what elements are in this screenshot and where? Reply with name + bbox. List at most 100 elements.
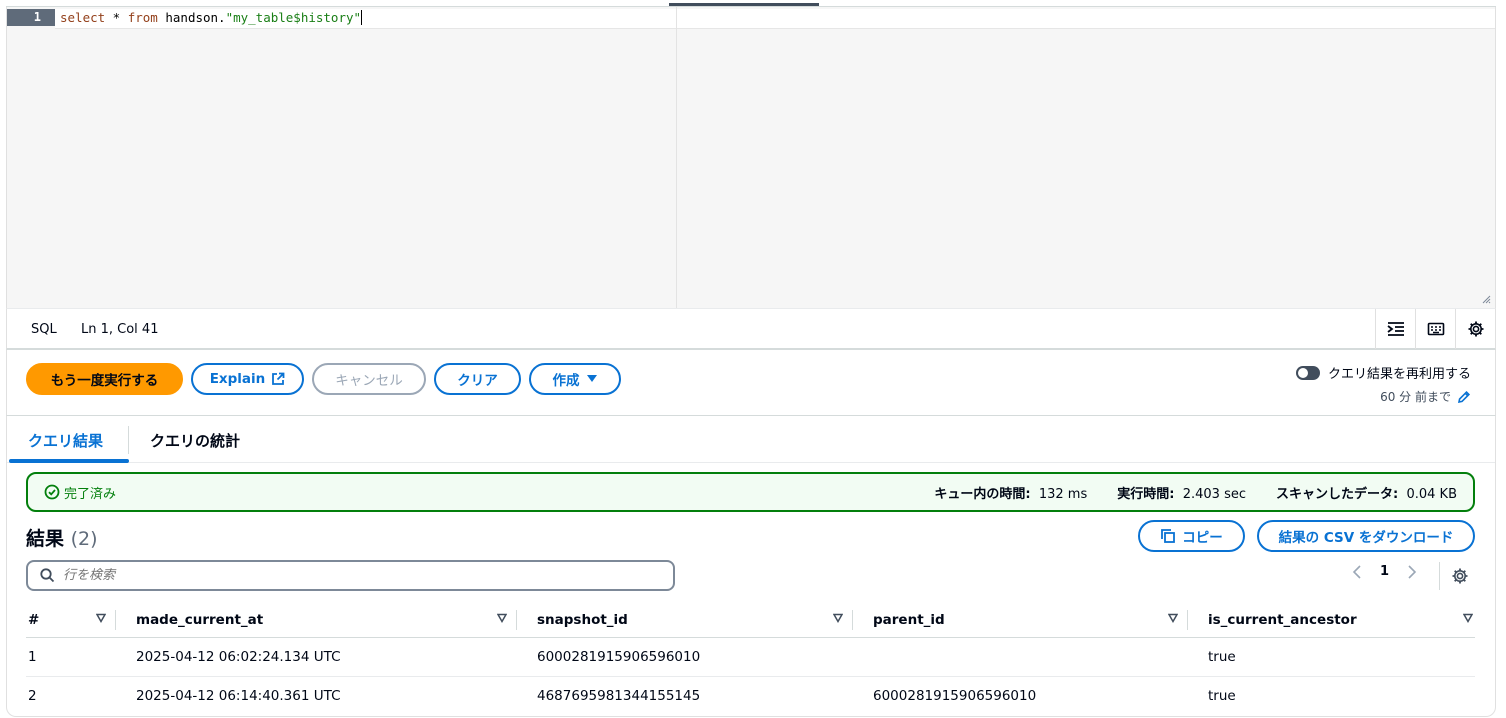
cancel-button[interactable]: キャンセル [312, 363, 426, 395]
chevron-right-icon[interactable] [1407, 564, 1417, 579]
clear-button[interactable]: クリア [434, 363, 521, 395]
sort-icon[interactable] [833, 613, 843, 623]
search-input[interactable] [63, 568, 623, 583]
column-header-made-current-at[interactable]: made_current_at [116, 602, 517, 638]
cell-parent-id: 6000281915906596010 [873, 688, 1037, 705]
results-tabs: クエリ結果 クエリの統計 [7, 416, 1495, 463]
edit-pencil-icon[interactable] [1457, 390, 1471, 404]
cell-made-current-at: 2025-04-12 06:14:40.361 UTC [136, 688, 341, 705]
status-text: 完了済み [64, 486, 117, 502]
copy-label: コピー [1182, 530, 1223, 546]
tab-divider [128, 426, 129, 454]
column-label: # [28, 611, 40, 628]
queue-time-value: 132 ms [1038, 486, 1088, 502]
editor-background [55, 7, 1495, 308]
tab-query-stats[interactable]: クエリの統計 [150, 430, 240, 451]
reuse-results-toggle[interactable] [1295, 365, 1320, 380]
results-table: # made_current_at snapshot_id parent_id … [26, 602, 1475, 716]
keyboard-icon [1427, 322, 1444, 336]
download-csv-label: 結果の CSV をダウンロード [1278, 530, 1454, 546]
top-strip [0, 0, 1506, 7]
chevron-left-icon[interactable] [1352, 564, 1362, 579]
explain-label: Explain [209, 371, 266, 387]
cell-made-current-at: 2025-04-12 06:02:24.134 UTC [116, 637, 517, 677]
editor-settings-button[interactable] [1455, 309, 1495, 349]
copy-button[interactable]: コピー [1138, 520, 1245, 552]
create-button[interactable]: 作成 [529, 363, 621, 395]
cell-snapshot-id: 6000281915906596010 [517, 637, 853, 677]
keyword-from: from [127, 10, 158, 25]
keyboard-shortcuts-button[interactable] [1415, 309, 1455, 349]
toggle-knob [1297, 367, 1308, 378]
code-string: "my_table$history" [225, 10, 362, 25]
pagination: 1 [1352, 564, 1417, 579]
reuse-age-text: 60 分 前まで [1380, 390, 1451, 404]
row-search[interactable] [26, 560, 675, 591]
query-status-banner: 完了済み キュー内の時間: 132 ms 実行時間: 2.403 sec スキャ… [26, 472, 1475, 512]
clear-label: クリア [457, 373, 498, 389]
text-cursor [361, 10, 363, 25]
active-tab-underline [9, 459, 129, 463]
results-heading: 結果 (2) [26, 524, 98, 551]
search-icon [40, 568, 55, 583]
exec-time-label: 実行時間: [1117, 486, 1175, 502]
explain-button[interactable]: Explain [191, 363, 304, 395]
column-header-is-current-ancestor[interactable]: is_current_ancestor [1188, 602, 1475, 638]
scanned-data-label: スキャンしたデータ: [1276, 486, 1399, 502]
code-text: handson. [157, 10, 226, 25]
cell-is-current-ancestor: true [1208, 688, 1236, 705]
code-text: * [105, 10, 128, 25]
settings-icon [1468, 321, 1483, 337]
cancel-label: キャンセル [335, 373, 403, 389]
caret-down-icon [586, 375, 597, 382]
reuse-results-label: クエリ結果を再利用する [1327, 367, 1471, 382]
results-count: (2) [70, 528, 98, 550]
check-circle-icon [44, 484, 60, 500]
sql-editor[interactable]: 1 select * from handson."my_table$histor… [6, 7, 1496, 308]
results-title: 結果 [26, 528, 65, 550]
editor-statusbar: SQL Ln 1, Col 41 [6, 308, 1496, 350]
cell-is-current-ancestor: true [1188, 637, 1475, 677]
sort-icon[interactable] [1168, 613, 1178, 623]
cell-parent-id [853, 637, 1188, 677]
cursor-position: Ln 1, Col 41 [81, 322, 159, 337]
exec-time-value: 2.403 sec [1182, 486, 1246, 502]
column-header-parent-id[interactable]: parent_id [853, 602, 1188, 638]
print-margin [676, 7, 677, 308]
resize-grip-icon[interactable] [1481, 294, 1491, 304]
cell-index: 1 [26, 637, 116, 677]
line-number: 1 [33, 10, 41, 24]
queue-time-label: キュー内の時間: [934, 486, 1031, 502]
column-header-index[interactable]: # [26, 602, 116, 638]
format-button[interactable] [1375, 309, 1415, 349]
tab-query-results[interactable]: クエリ結果 [28, 430, 103, 451]
reuse-results-control: クエリ結果を再利用する 60 分 前まで [1295, 363, 1471, 405]
run-again-label: もう一度実行する [50, 373, 159, 389]
indent-icon [1386, 322, 1404, 336]
active-query-tab-marker [669, 3, 819, 6]
settings-icon [1452, 568, 1467, 584]
column-label: snapshot_id [537, 611, 628, 628]
results-panel: クエリ結果 クエリの統計 完了済み キュー内の時間: 132 ms 実行時間: … [6, 416, 1496, 717]
run-again-button[interactable]: もう一度実行する [26, 363, 183, 395]
query-actions: もう一度実行する Explain キャンセル クリア 作成 クエリ結果を再利用す… [6, 350, 1496, 416]
sort-icon[interactable] [96, 613, 106, 623]
scanned-data-value: 0.04 KB [1406, 486, 1457, 502]
editor-code-line[interactable]: select * from handson."my_table$history" [60, 10, 363, 25]
cell-snapshot-id: 4687695981344155145 [537, 688, 701, 705]
download-csv-button[interactable]: 結果の CSV をダウンロード [1257, 520, 1475, 552]
column-header-snapshot-id[interactable]: snapshot_id [517, 602, 853, 638]
column-label: parent_id [873, 611, 945, 628]
create-label: 作成 [552, 373, 580, 389]
sort-icon[interactable] [497, 613, 507, 623]
table-preferences-button[interactable] [1439, 562, 1479, 590]
external-link-icon [272, 372, 285, 385]
column-label: made_current_at [136, 611, 264, 628]
column-label: is_current_ancestor [1208, 611, 1357, 628]
table-row: 2 2025-04-12 06:14:40.361 UTC 4687695981… [26, 677, 1475, 716]
page-number[interactable]: 1 [1380, 564, 1389, 579]
sort-icon[interactable] [1463, 613, 1473, 623]
cell-index: 2 [28, 688, 37, 705]
gutter-active-line [7, 9, 55, 26]
copy-icon [1161, 529, 1176, 543]
